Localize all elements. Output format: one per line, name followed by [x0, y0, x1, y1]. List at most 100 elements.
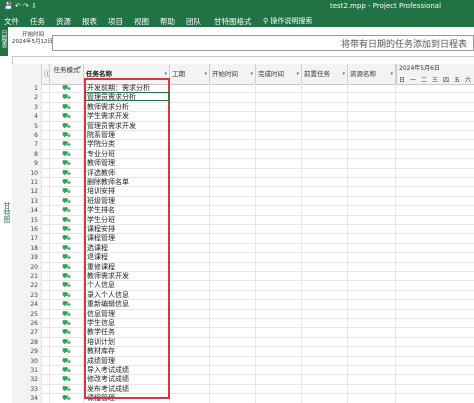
- header-start[interactable]: 开始时间 ▾: [210, 64, 256, 84]
- timeline-pane[interactable]: 日程表 开始时间 2024年5月12日 将带有日期的任务添加到日程表: [0, 27, 474, 57]
- tab-help[interactable]: 帮助: [160, 16, 175, 27]
- task-name-cell[interactable]: 重修课程: [84, 262, 170, 272]
- row-number[interactable]: 16: [12, 225, 42, 235]
- gantt-chart-cell[interactable]: [396, 338, 474, 347]
- duration-cell[interactable]: [170, 84, 210, 94]
- finish-cell[interactable]: [256, 356, 302, 366]
- task-mode-cell[interactable]: ⛟: [50, 309, 84, 319]
- gantt-chart-cell[interactable]: [396, 253, 474, 262]
- task-name-cell[interactable]: 课程管理: [84, 394, 170, 403]
- predecessors-cell[interactable]: [302, 281, 348, 291]
- header-duration[interactable]: 工期 ▾: [170, 64, 210, 84]
- duration-cell[interactable]: [170, 131, 210, 141]
- finish-cell[interactable]: [256, 112, 302, 122]
- start-cell[interactable]: [210, 93, 256, 103]
- duration-cell[interactable]: [170, 347, 210, 357]
- task-mode-cell[interactable]: ⛟: [50, 178, 84, 188]
- tab-team[interactable]: 团队: [186, 16, 201, 27]
- resources-cell[interactable]: [348, 281, 396, 291]
- table-row[interactable]: 18 ⛟ 选课程: [12, 243, 474, 254]
- duration-cell[interactable]: [170, 243, 210, 254]
- predecessors-cell[interactable]: [302, 121, 348, 131]
- resources-cell[interactable]: [348, 337, 396, 348]
- resources-cell[interactable]: [348, 243, 396, 254]
- task-mode-cell[interactable]: ⛟: [50, 215, 84, 225]
- resources-cell[interactable]: [348, 356, 396, 366]
- row-number[interactable]: 10: [12, 168, 42, 178]
- start-cell[interactable]: [210, 290, 256, 301]
- start-cell[interactable]: [210, 384, 256, 395]
- predecessors-cell[interactable]: [302, 394, 348, 403]
- row-number[interactable]: 27: [12, 328, 42, 338]
- finish-cell[interactable]: [256, 394, 302, 403]
- table-row[interactable]: 3 ⛟ 教师需求分析: [12, 102, 474, 113]
- table-row[interactable]: 8 ⛟ 专业分班: [12, 149, 474, 160]
- task-name-cell[interactable]: 教材库存: [84, 347, 170, 357]
- row-number[interactable]: 8: [12, 149, 42, 160]
- task-mode-cell[interactable]: ⛟: [50, 337, 84, 348]
- gantt-chart-cell[interactable]: [396, 291, 474, 300]
- gantt-chart-cell[interactable]: [396, 366, 474, 375]
- start-cell[interactable]: [210, 149, 256, 160]
- task-name-cell[interactable]: 成绩管理: [84, 356, 170, 366]
- task-name-cell[interactable]: 个人信息: [84, 281, 170, 291]
- start-cell[interactable]: [210, 281, 256, 291]
- gantt-chart-cell[interactable]: [396, 310, 474, 319]
- gantt-chart-cell[interactable]: [396, 225, 474, 234]
- predecessors-cell[interactable]: [302, 253, 348, 263]
- finish-cell[interactable]: [256, 102, 302, 113]
- tell-me-search[interactable]: ⚲ 操作说明搜索: [263, 16, 312, 26]
- task-mode-cell[interactable]: ⛟: [50, 121, 84, 131]
- tab-gantt-format[interactable]: 甘特图格式: [214, 16, 252, 27]
- task-name-cell[interactable]: 修改考试成绩: [84, 375, 170, 385]
- table-row[interactable]: 25 ⛟ 信息管理: [12, 309, 474, 319]
- predecessors-cell[interactable]: [302, 84, 348, 94]
- task-name-cell[interactable]: 录入个人信息: [84, 290, 170, 301]
- predecessors-cell[interactable]: [302, 347, 348, 357]
- table-row[interactable]: 4 ⛟ 学生需求开发: [12, 112, 474, 122]
- task-name-cell[interactable]: 课程管理: [84, 234, 170, 244]
- table-row[interactable]: 23 ⛟ 录入个人信息: [12, 290, 474, 301]
- task-mode-cell[interactable]: ⛟: [50, 328, 84, 338]
- predecessors-cell[interactable]: [302, 243, 348, 254]
- tab-resource[interactable]: 资源: [56, 16, 71, 27]
- header-resources[interactable]: 资源名称 ▾: [348, 64, 396, 84]
- finish-cell[interactable]: [256, 337, 302, 348]
- table-row[interactable]: 20 ⛟ 重修课程: [12, 262, 474, 272]
- finish-cell[interactable]: [256, 168, 302, 178]
- start-cell[interactable]: [210, 309, 256, 319]
- task-name-cell[interactable]: 教师需求开发: [84, 272, 170, 282]
- table-row[interactable]: 16 ⛟ 课程安排: [12, 225, 474, 235]
- finish-cell[interactable]: [256, 234, 302, 244]
- start-cell[interactable]: [210, 159, 256, 169]
- gantt-chart-cell[interactable]: [396, 234, 474, 243]
- task-mode-cell[interactable]: ⛟: [50, 234, 84, 244]
- resources-cell[interactable]: [348, 168, 396, 178]
- row-number[interactable]: 12: [12, 187, 42, 197]
- duration-cell[interactable]: [170, 168, 210, 178]
- predecessors-cell[interactable]: [302, 384, 348, 395]
- task-name-cell[interactable]: 退课程: [84, 253, 170, 263]
- task-mode-cell[interactable]: ⛟: [50, 375, 84, 385]
- task-name-cell[interactable]: 学生分班: [84, 215, 170, 225]
- duration-cell[interactable]: [170, 366, 210, 376]
- task-mode-cell[interactable]: ⛟: [50, 366, 84, 376]
- table-row[interactable]: 12 ⛟ 培训安排: [12, 187, 474, 197]
- predecessors-cell[interactable]: [302, 234, 348, 244]
- resources-cell[interactable]: [348, 131, 396, 141]
- finish-cell[interactable]: [256, 290, 302, 301]
- gantt-chart-cell[interactable]: [396, 112, 474, 121]
- row-number[interactable]: 14: [12, 206, 42, 216]
- table-row[interactable]: 13 ⛟ 班级管理: [12, 196, 474, 207]
- task-name-cell[interactable]: 发布考试成绩: [84, 384, 170, 395]
- duration-cell[interactable]: [170, 319, 210, 329]
- start-cell[interactable]: [210, 140, 256, 150]
- start-cell[interactable]: [210, 178, 256, 188]
- resources-cell[interactable]: [348, 272, 396, 282]
- task-mode-cell[interactable]: ⛟: [50, 225, 84, 235]
- task-mode-cell[interactable]: ⛟: [50, 131, 84, 141]
- gantt-chart-cell[interactable]: [396, 169, 474, 178]
- table-row[interactable]: 9 ⛟ 教师管理: [12, 159, 474, 169]
- task-mode-cell[interactable]: ⛟: [50, 319, 84, 329]
- start-cell[interactable]: [210, 206, 256, 216]
